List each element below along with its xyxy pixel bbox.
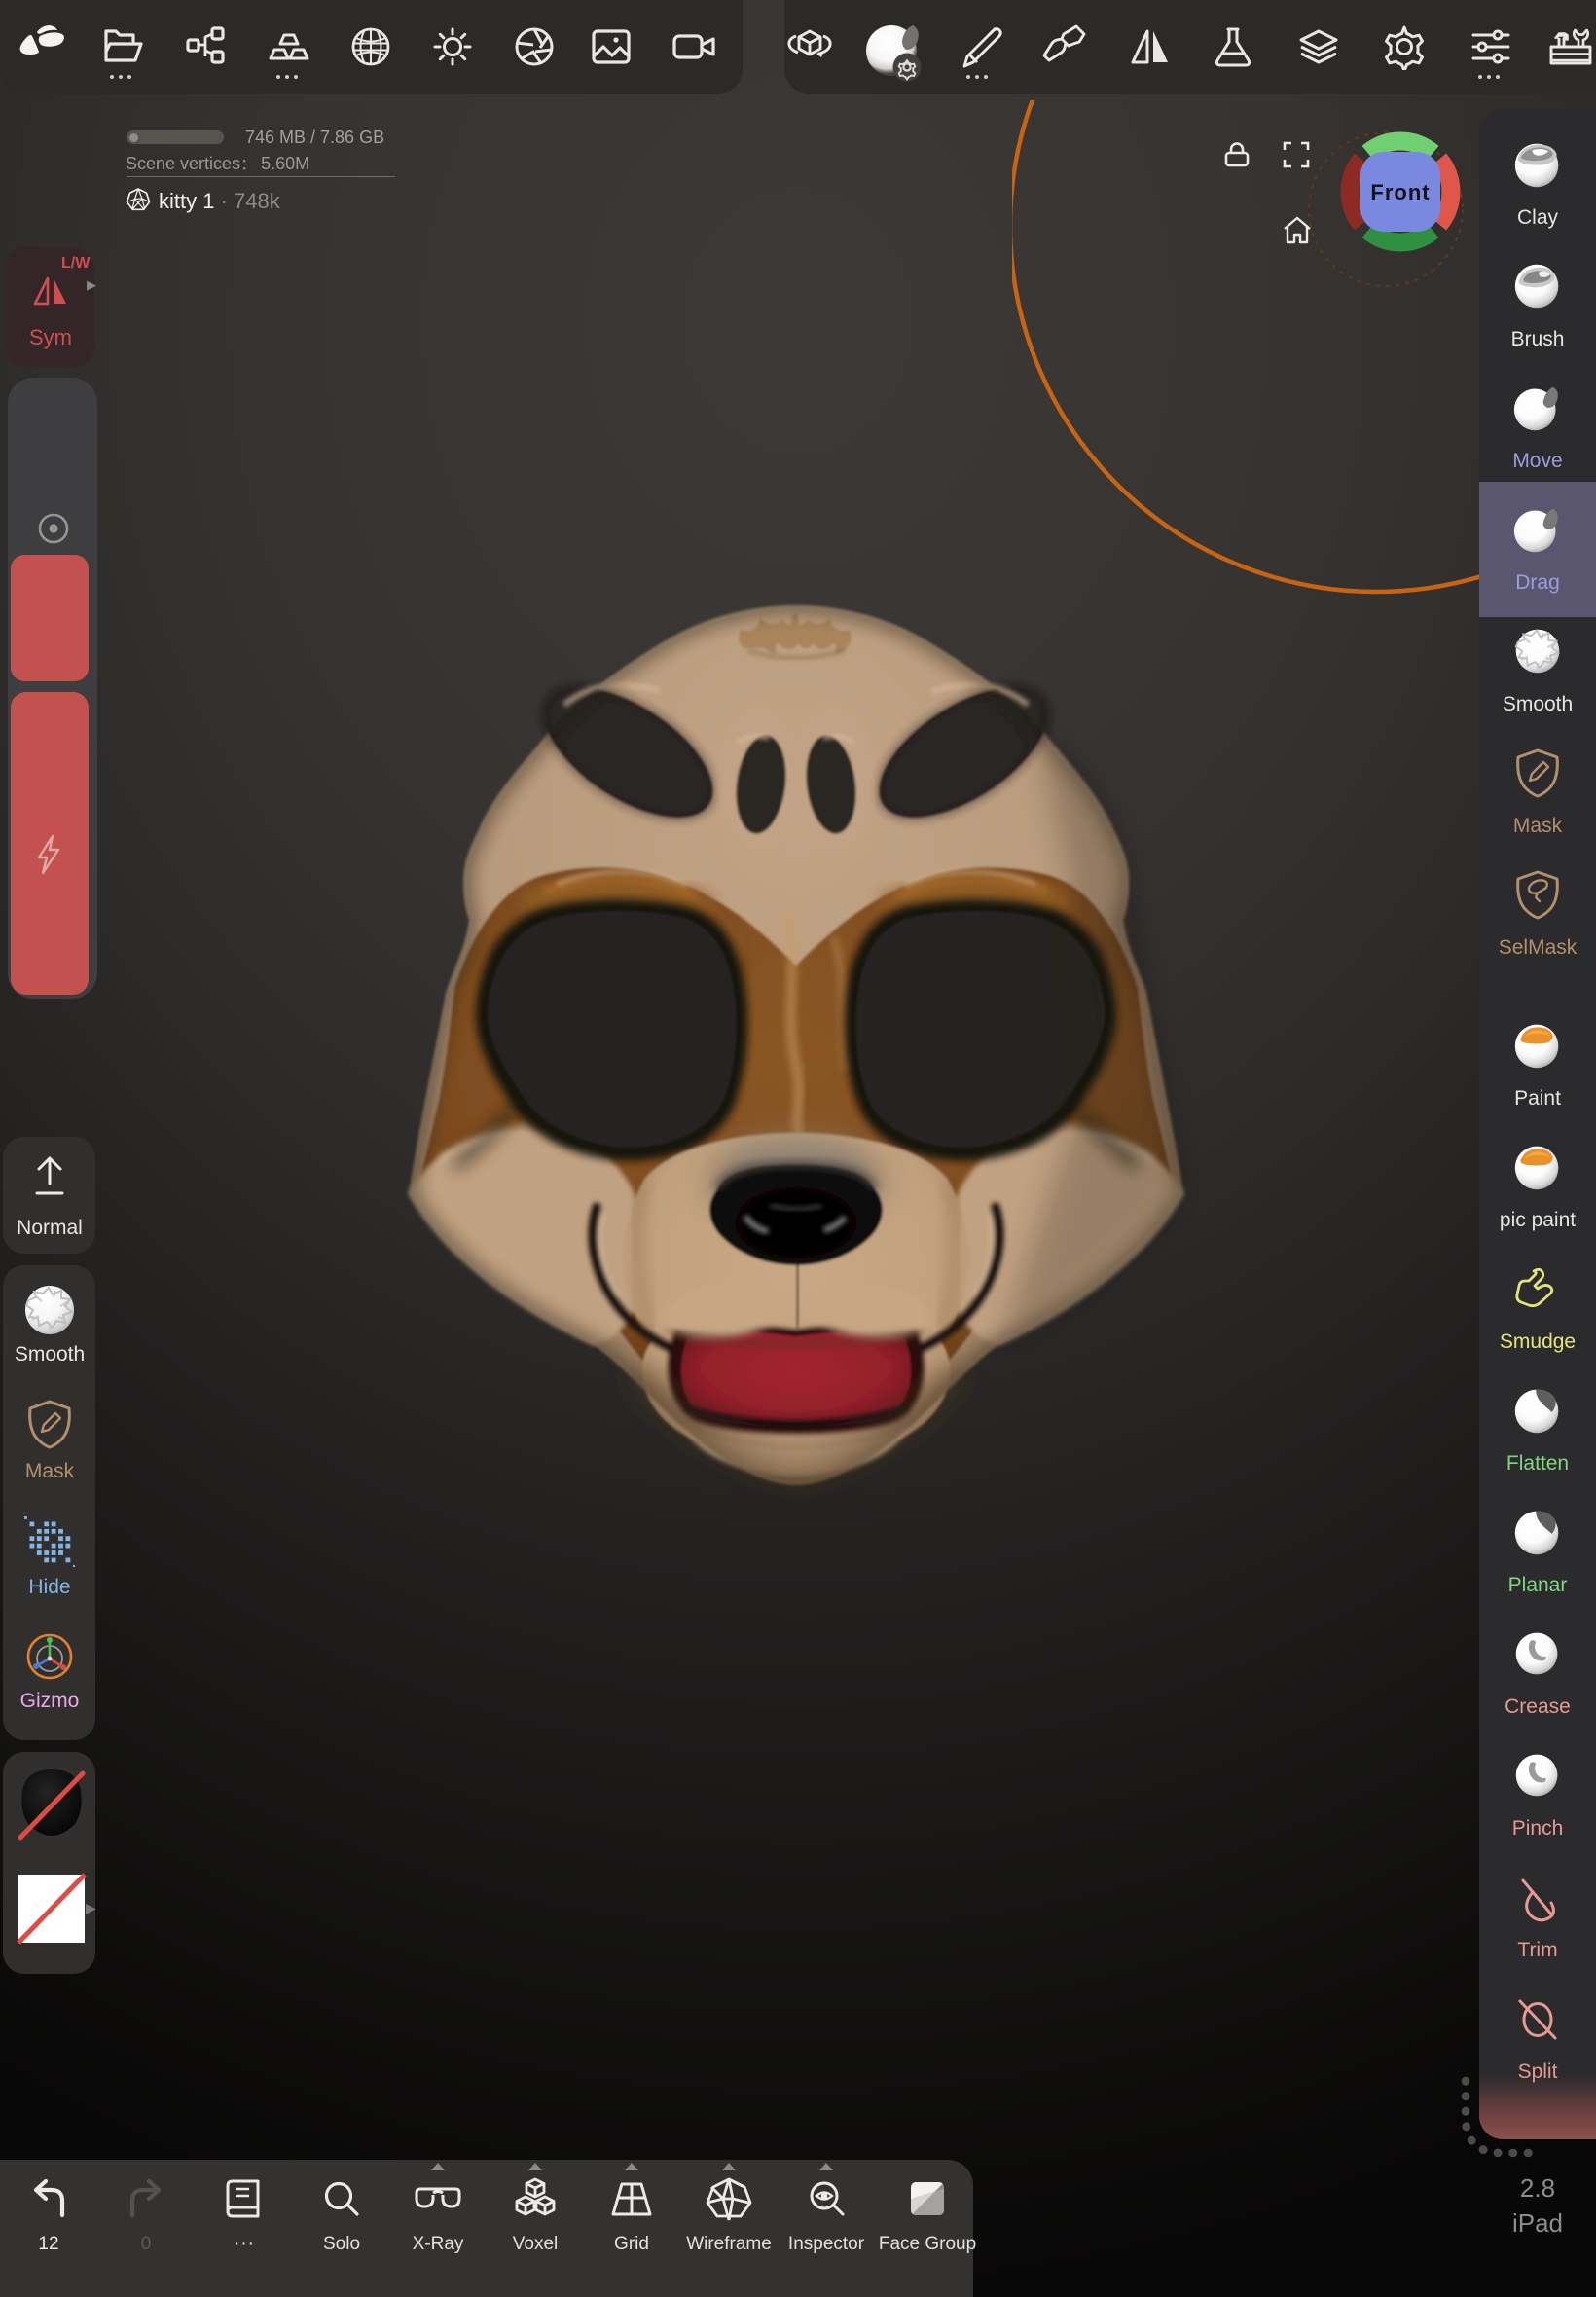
svg-text:Front: Front bbox=[1370, 180, 1430, 204]
